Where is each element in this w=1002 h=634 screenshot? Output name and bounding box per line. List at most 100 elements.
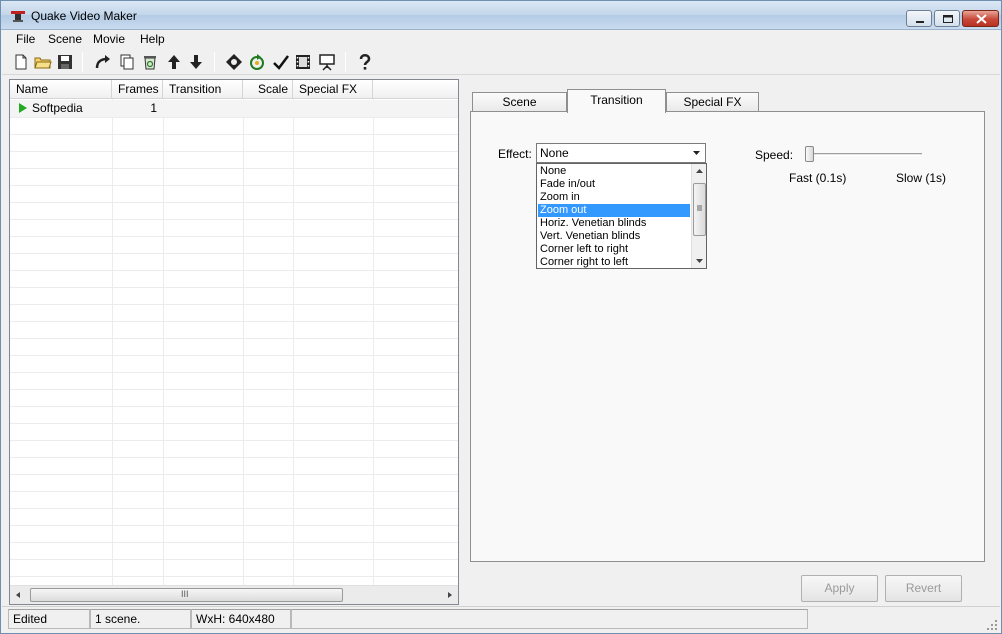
grid-row-line xyxy=(10,559,458,560)
tab-scene[interactable]: Scene xyxy=(472,92,567,112)
grid-row-line xyxy=(10,321,458,322)
app-window: Quake Video Maker File Scene Movie Help xyxy=(0,0,1002,634)
effect-dropdown[interactable]: None xyxy=(536,143,706,163)
tab-special-fx[interactable]: Special FX xyxy=(666,92,759,112)
move-down-icon[interactable] xyxy=(187,53,205,71)
effect-option[interactable]: Horiz. Venetian blinds xyxy=(538,217,690,230)
help-icon[interactable] xyxy=(356,53,374,71)
effect-option[interactable]: Vert. Venetian blinds xyxy=(538,230,690,243)
menu-bar: File Scene Movie Help xyxy=(2,30,1000,48)
grid-row-line xyxy=(10,440,458,441)
effect-option[interactable]: Zoom out xyxy=(538,204,690,217)
grid-row-line xyxy=(10,219,458,220)
grid-row-line xyxy=(10,236,458,237)
grid-row-line xyxy=(10,168,458,169)
column-header-frames[interactable]: Frames xyxy=(112,80,163,99)
menu-file[interactable]: File xyxy=(16,32,35,46)
effect-option[interactable]: Corner left to right xyxy=(538,243,690,256)
grip-icon xyxy=(697,205,702,211)
grid-row-line xyxy=(10,338,458,339)
grid-column-line xyxy=(373,99,374,585)
grid-row-line xyxy=(10,355,458,356)
tab-transition[interactable]: Transition xyxy=(567,89,666,113)
resize-grip-icon[interactable] xyxy=(986,619,998,631)
check-icon[interactable] xyxy=(272,53,290,71)
list-header: Name Frames Transition Scale Special FX xyxy=(10,80,458,99)
refresh-icon[interactable] xyxy=(248,53,266,71)
scroll-left-icon[interactable] xyxy=(12,589,24,601)
column-header-scale[interactable]: Scale xyxy=(243,80,293,99)
grid-row-line xyxy=(10,372,458,373)
render-icon[interactable] xyxy=(225,53,243,71)
redo-icon[interactable] xyxy=(94,53,112,71)
grid-row-line xyxy=(10,423,458,424)
presentation-icon[interactable] xyxy=(318,53,336,71)
grid-row-line xyxy=(10,491,458,492)
grid-row-line xyxy=(10,185,458,186)
move-up-icon[interactable] xyxy=(165,53,183,71)
save-icon[interactable] xyxy=(56,53,74,71)
grid-column-line xyxy=(243,99,244,585)
status-extra xyxy=(291,609,808,629)
scroll-thumb[interactable]: III xyxy=(30,588,343,602)
speed-fast-label: Fast (0.1s) xyxy=(789,171,847,185)
column-header-transition[interactable]: Transition xyxy=(163,80,243,99)
effect-options-list[interactable]: None Fade in/out Zoom in Zoom out Horiz. Ven… xyxy=(536,163,707,269)
grid-row-line xyxy=(10,508,458,509)
grid-row-line xyxy=(10,117,458,118)
revert-button[interactable]: Revert xyxy=(885,575,962,602)
effect-option[interactable]: Zoom in xyxy=(538,191,690,204)
scroll-right-icon[interactable] xyxy=(444,589,456,601)
grid-row-line xyxy=(10,406,458,407)
grid-row-line xyxy=(10,525,458,526)
recycle-icon[interactable] xyxy=(141,53,159,71)
effect-option[interactable]: Fade in/out xyxy=(538,178,690,191)
row-name: Softpedia xyxy=(32,101,83,115)
minimize-button[interactable] xyxy=(906,10,932,27)
scroll-thumb[interactable] xyxy=(693,183,706,236)
scroll-down-icon[interactable] xyxy=(695,257,704,265)
column-header-name[interactable]: Name xyxy=(10,80,112,99)
column-header-special-fx[interactable]: Special FX xyxy=(293,80,373,99)
grid-row-line xyxy=(10,389,458,390)
film-icon[interactable] xyxy=(294,53,312,71)
effect-label: Effect: xyxy=(498,147,532,161)
speed-slider-track[interactable] xyxy=(808,153,922,156)
grid-row-line xyxy=(10,287,458,288)
effect-option[interactable]: None xyxy=(538,165,690,178)
grid-row-line xyxy=(10,304,458,305)
grid-row-line xyxy=(10,474,458,475)
scroll-grip: III xyxy=(181,589,189,599)
effect-value: None xyxy=(540,146,569,160)
status-bar: Edited 1 scene. WxH: 640x480 xyxy=(2,606,1000,633)
grid-column-line xyxy=(112,99,113,585)
title-bar[interactable]: Quake Video Maker xyxy=(1,1,1001,30)
effect-option[interactable]: Corner right to left xyxy=(538,256,690,269)
menu-scene[interactable]: Scene xyxy=(48,32,82,46)
table-row[interactable]: Softpedia 1 xyxy=(10,100,458,117)
play-arrow-icon xyxy=(19,103,27,113)
close-button[interactable] xyxy=(962,10,999,27)
speed-slider-thumb[interactable] xyxy=(805,146,814,162)
window-title: Quake Video Maker xyxy=(31,9,137,23)
grid-column-line xyxy=(163,99,164,585)
grid-row-line xyxy=(10,457,458,458)
scene-list[interactable]: Name Frames Transition Scale Special FX … xyxy=(9,79,459,605)
scroll-up-icon[interactable] xyxy=(695,167,704,175)
horizontal-scrollbar[interactable]: III xyxy=(10,585,458,604)
open-icon[interactable] xyxy=(34,53,52,71)
maximize-button[interactable] xyxy=(934,10,960,27)
vertical-scrollbar[interactable] xyxy=(691,164,706,268)
grid-row-line xyxy=(10,542,458,543)
new-icon[interactable] xyxy=(12,53,30,71)
menu-movie[interactable]: Movie xyxy=(93,32,125,46)
copy-icon[interactable] xyxy=(118,53,136,71)
apply-button[interactable]: Apply xyxy=(801,575,878,602)
maximize-icon xyxy=(943,15,953,23)
grid-row-line xyxy=(10,151,458,152)
menu-help[interactable]: Help xyxy=(140,32,165,46)
grid-row-line xyxy=(10,134,458,135)
grid-column-line xyxy=(293,99,294,585)
chevron-down-icon[interactable] xyxy=(689,146,704,160)
grid-row-line xyxy=(10,202,458,203)
